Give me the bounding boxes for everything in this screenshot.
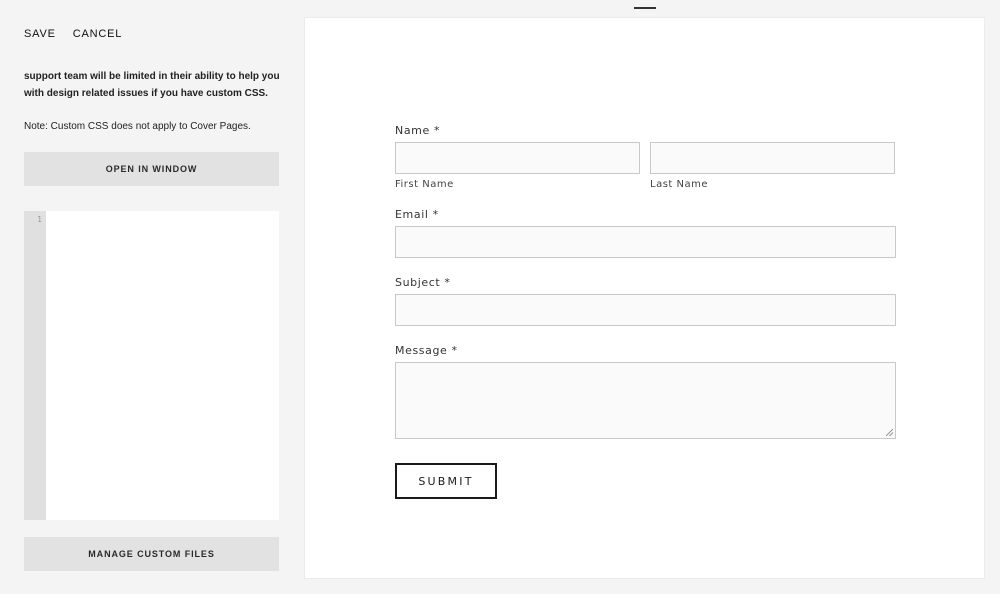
last-name-input[interactable]: [650, 142, 895, 174]
submit-button[interactable]: SUBMIT: [395, 463, 497, 499]
first-name-input[interactable]: [395, 142, 640, 174]
manage-custom-files-button[interactable]: MANAGE CUSTOM FILES: [24, 537, 279, 571]
email-input[interactable]: [395, 226, 896, 258]
contact-form: Name * First Name Last Name Email * Subj…: [395, 124, 896, 499]
open-in-window-button[interactable]: OPEN IN WINDOW: [24, 152, 279, 186]
first-name-label: First Name: [395, 179, 454, 190]
line-number: 1: [37, 215, 42, 224]
cover-pages-note: Note: Custom CSS does not apply to Cover…: [24, 121, 251, 132]
subject-field-group: Subject *: [395, 276, 896, 326]
subject-input[interactable]: [395, 294, 896, 326]
page-preview: Name * First Name Last Name Email * Subj…: [304, 17, 985, 579]
cancel-button[interactable]: CANCEL: [73, 28, 122, 40]
custom-css-panel: SAVE CANCEL support team will be limited…: [0, 0, 304, 594]
resize-grip-icon[interactable]: [886, 429, 893, 436]
drag-handle-icon[interactable]: [634, 7, 656, 9]
first-name-column: First Name: [395, 142, 640, 190]
name-field-group: Name * First Name Last Name: [395, 124, 896, 190]
name-label: Name *: [395, 124, 441, 137]
name-row: First Name Last Name: [395, 142, 896, 190]
last-name-column: Last Name: [650, 142, 895, 190]
support-warning-text: support team will be limited in their ab…: [24, 71, 280, 99]
line-number-gutter: 1: [24, 211, 46, 520]
panel-toolbar: SAVE CANCEL: [24, 28, 122, 40]
css-code-area[interactable]: [46, 211, 279, 520]
email-field-group: Email *: [395, 208, 896, 258]
message-label: Message *: [395, 344, 458, 357]
message-field-group: Message *: [395, 344, 896, 439]
subject-label: Subject *: [395, 276, 451, 289]
message-textarea[interactable]: [395, 362, 896, 439]
email-label: Email *: [395, 208, 439, 221]
css-editor[interactable]: 1: [24, 211, 279, 520]
save-button[interactable]: SAVE: [24, 28, 56, 40]
last-name-label: Last Name: [650, 179, 709, 190]
